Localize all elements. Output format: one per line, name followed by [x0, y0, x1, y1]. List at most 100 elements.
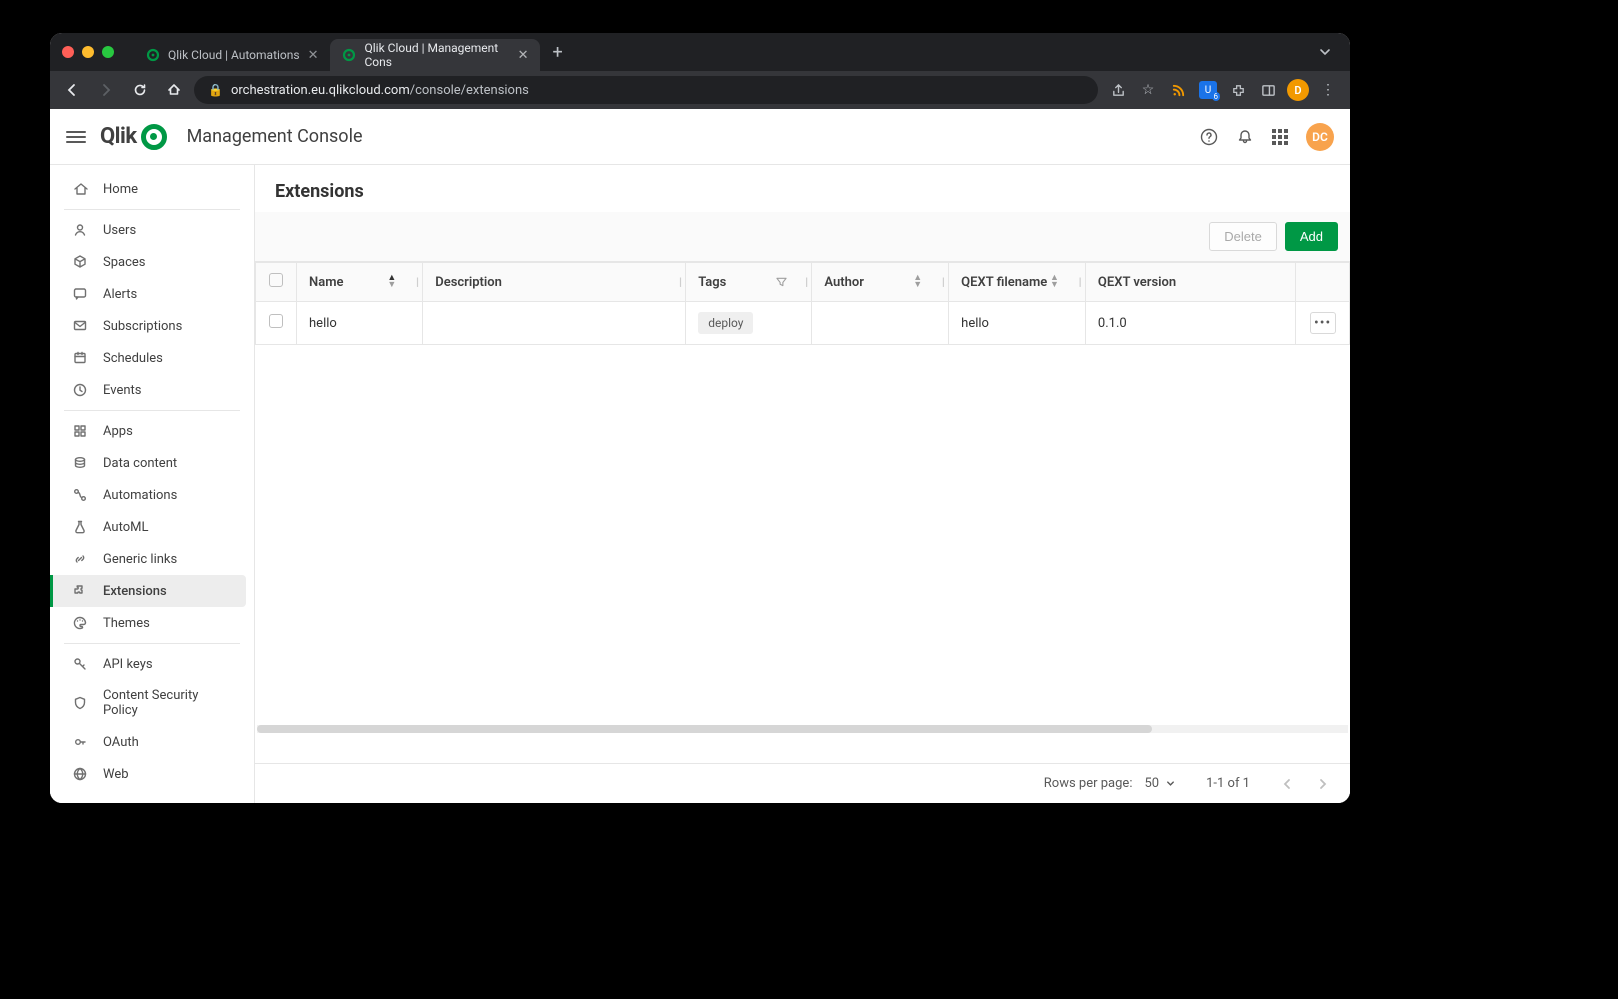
- sidebar-item-events[interactable]: Events: [50, 374, 254, 406]
- browser-tab[interactable]: Qlik Cloud | Automations ✕: [134, 39, 330, 71]
- logo-mark-icon: [141, 124, 167, 150]
- delete-button[interactable]: Delete: [1209, 222, 1277, 251]
- rows-per-page-label: Rows per page:: [1044, 776, 1133, 791]
- sort-icon[interactable]: ▲▼: [387, 275, 396, 289]
- row-checkbox-cell[interactable]: [256, 302, 297, 345]
- console-title: Management Console: [187, 126, 363, 147]
- column-header-tags[interactable]: Tags ||: [686, 263, 812, 302]
- select-all-header[interactable]: [256, 263, 297, 302]
- share-icon[interactable]: [1104, 76, 1132, 104]
- sidebar-item-csp[interactable]: Content Security Policy: [50, 680, 254, 726]
- address-bar[interactable]: 🔒 orchestration.eu.qlikcloud.com/console…: [194, 76, 1098, 104]
- pager-nav: [1280, 777, 1330, 791]
- sidebar-item-label: Alerts: [103, 287, 137, 302]
- qlik-favicon-icon: [146, 48, 160, 62]
- cell-filename: hello: [949, 302, 1086, 345]
- cell-tags: deploy: [686, 302, 812, 345]
- browser-tabs: Qlik Cloud | Automations ✕ Qlik Cloud | …: [134, 33, 1338, 71]
- checkbox-icon[interactable]: [269, 314, 283, 328]
- main-panel: Extensions Delete Add Name ▲▼: [255, 165, 1350, 803]
- browser-tab[interactable]: Qlik Cloud | Management Cons ✕: [330, 39, 540, 71]
- sidebar-item-web[interactable]: Web: [50, 758, 254, 790]
- forward-button[interactable]: [92, 76, 120, 104]
- column-header-filename[interactable]: QEXT filename ▲▼ ||: [949, 263, 1086, 302]
- minimize-window-button[interactable]: [82, 46, 94, 58]
- sidebar-item-apps[interactable]: Apps: [50, 415, 254, 447]
- row-menu-button[interactable]: •••: [1310, 312, 1336, 334]
- sidebar-item-subscriptions[interactable]: Subscriptions: [50, 310, 254, 342]
- home-button[interactable]: [160, 76, 188, 104]
- sidebar-item-label: Apps: [103, 424, 133, 439]
- add-button[interactable]: Add: [1285, 222, 1338, 251]
- rss-icon[interactable]: [1164, 76, 1192, 104]
- scrollbar-thumb[interactable]: [257, 725, 1152, 733]
- sidebar-item-oauth[interactable]: OAuth: [50, 726, 254, 758]
- sidebar-item-genericlinks[interactable]: Generic links: [50, 543, 254, 575]
- extensions-puzzle-icon[interactable]: [1224, 76, 1252, 104]
- sort-icon[interactable]: ▲▼: [913, 275, 922, 289]
- table-header-row: Name ▲▼ || Description || Tags: [256, 263, 1350, 302]
- sort-icon[interactable]: ▲▼: [1050, 275, 1059, 289]
- app: Qlik Management Console DC Home Users Sp…: [50, 109, 1350, 803]
- sidebar-item-home[interactable]: Home: [50, 173, 254, 205]
- cell-name: hello: [297, 302, 423, 345]
- column-label: QEXT filename: [961, 275, 1047, 290]
- new-tab-button[interactable]: +: [540, 42, 574, 63]
- app-launcher-icon[interactable]: [1272, 129, 1288, 145]
- filter-icon[interactable]: [776, 277, 787, 288]
- help-icon[interactable]: [1200, 128, 1218, 146]
- horizontal-scrollbar[interactable]: [257, 725, 1348, 733]
- sidebar-item-users[interactable]: Users: [50, 214, 254, 246]
- chevron-down-icon: [1165, 778, 1176, 789]
- window-controls: [62, 46, 114, 58]
- column-label: Author: [824, 275, 864, 290]
- chat-icon: [71, 286, 89, 302]
- reload-button[interactable]: [126, 76, 154, 104]
- sidebar-item-schedules[interactable]: Schedules: [50, 342, 254, 374]
- sidebar-item-automl[interactable]: AutoML: [50, 511, 254, 543]
- bookmark-icon[interactable]: ☆: [1134, 76, 1162, 104]
- back-button[interactable]: [58, 76, 86, 104]
- sidebar-item-datacontent[interactable]: Data content: [50, 447, 254, 479]
- sidebar-item-alerts[interactable]: Alerts: [50, 278, 254, 310]
- page-title: Extensions: [255, 165, 1350, 212]
- next-page-button[interactable]: [1316, 777, 1330, 791]
- toolbar: Delete Add: [255, 212, 1350, 262]
- browser-menu-icon[interactable]: ⋮: [1314, 76, 1342, 104]
- panel-icon[interactable]: [1254, 76, 1282, 104]
- column-header-description[interactable]: Description ||: [423, 263, 686, 302]
- user-icon: [71, 222, 89, 238]
- cell-author: [812, 302, 949, 345]
- sidebar-item-themes[interactable]: Themes: [50, 607, 254, 639]
- db-icon: [71, 455, 89, 471]
- column-header-author[interactable]: Author ▲▼ ||: [812, 263, 949, 302]
- checkbox-icon[interactable]: [269, 273, 283, 287]
- prev-page-button[interactable]: [1280, 777, 1294, 791]
- sidebar-item-automations[interactable]: Automations: [50, 479, 254, 511]
- maximize-window-button[interactable]: [102, 46, 114, 58]
- close-window-button[interactable]: [62, 46, 74, 58]
- table-footer: Rows per page: 50 1-1 of 1: [255, 763, 1350, 803]
- sidebar-item-label: Data content: [103, 456, 177, 471]
- url-bar: 🔒 orchestration.eu.qlikcloud.com/console…: [50, 71, 1350, 109]
- column-header-actions: [1296, 263, 1350, 302]
- sidebar-item-extensions[interactable]: Extensions: [50, 575, 246, 607]
- notifications-icon[interactable]: [1236, 128, 1254, 146]
- close-tab-icon[interactable]: ✕: [518, 48, 529, 63]
- user-avatar[interactable]: DC: [1306, 123, 1334, 151]
- menu-toggle-button[interactable]: [66, 131, 86, 143]
- column-header-version[interactable]: QEXT version: [1085, 263, 1295, 302]
- sidebar-item-apikeys[interactable]: API keys: [50, 648, 254, 680]
- profile-button[interactable]: D: [1284, 76, 1312, 104]
- qlik-logo[interactable]: Qlik: [100, 124, 167, 150]
- rows-per-page-select[interactable]: 50: [1144, 776, 1176, 791]
- globe-icon: [71, 766, 89, 782]
- extension-badge-icon[interactable]: U: [1194, 76, 1222, 104]
- close-tab-icon[interactable]: ✕: [308, 48, 319, 63]
- palette-icon: [71, 615, 89, 631]
- column-label: Description: [435, 275, 502, 290]
- column-header-name[interactable]: Name ▲▼ ||: [297, 263, 423, 302]
- tabs-overflow-icon[interactable]: [1318, 45, 1338, 59]
- shield-icon: [71, 695, 89, 711]
- sidebar-item-spaces[interactable]: Spaces: [50, 246, 254, 278]
